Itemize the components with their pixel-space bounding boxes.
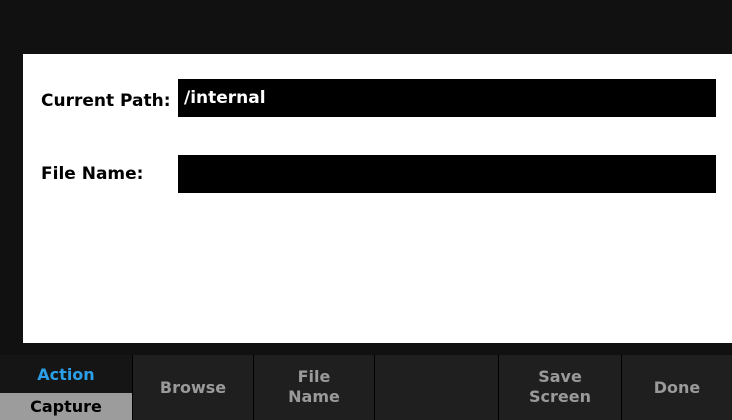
browse-softkey[interactable]: Browse [133,355,253,420]
save-screen-softkey-line2: Screen [529,387,591,406]
save-screen-softkey-line1: Save [538,367,582,386]
action-softkey-value: Capture [0,393,132,420]
empty-softkey[interactable] [375,355,498,420]
file-name-softkey[interactable]: File Name [254,355,374,420]
done-softkey-label: Done [653,378,701,397]
instrument-screen: Current Path: /internal File Name: Actio… [0,0,732,420]
file-name-field[interactable] [178,155,716,193]
file-name-label: File Name: [41,164,144,184]
browse-softkey-label: Browse [159,378,227,397]
action-softkey-title: Action [37,365,95,384]
save-screen-softkey[interactable]: Save Screen [499,355,621,420]
softkey-bar: Action Capture Browse File Name Save Scr… [0,355,732,420]
current-path-field[interactable]: /internal [178,79,716,117]
current-path-label: Current Path: [41,91,171,111]
action-softkey[interactable]: Action Capture [0,355,132,420]
file-name-softkey-line1: File [297,367,331,386]
done-softkey[interactable]: Done [622,355,732,420]
file-name-softkey-line2: Name [288,387,340,406]
save-file-dialog: Current Path: /internal File Name: [23,54,732,343]
